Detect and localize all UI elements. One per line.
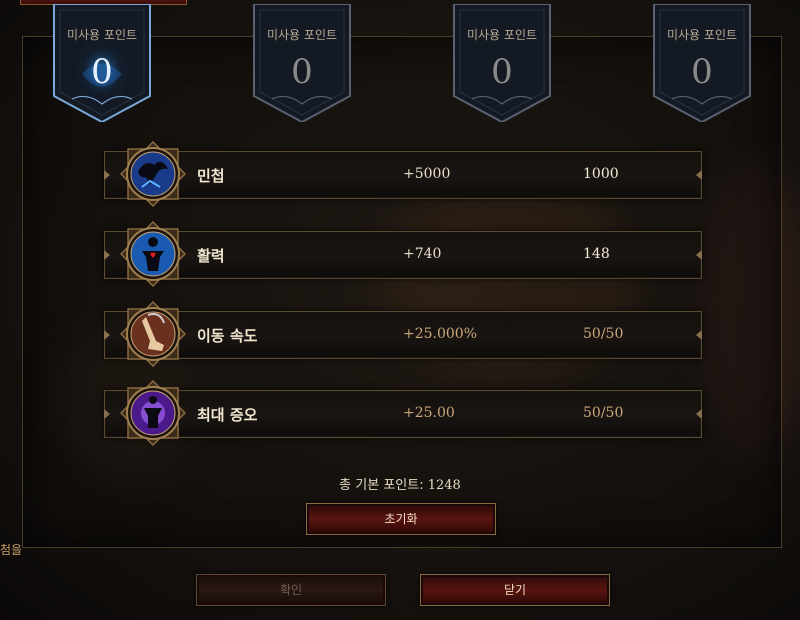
stat-value: 50/50: [583, 405, 624, 421]
row-ornament-right: [696, 170, 702, 180]
banner-value: 0: [491, 52, 513, 92]
banner-value: 0: [691, 52, 713, 92]
agility-icon: [119, 140, 187, 208]
banner-label: 미사용 포인트: [66, 28, 138, 42]
row-ornament-left: [104, 409, 110, 419]
reset-button[interactable]: 초기화: [306, 503, 496, 535]
stat-bonus: +5000: [403, 166, 451, 182]
stat-bonus: +25.00: [403, 405, 455, 421]
total-base-points: 총 기본 포인트: 1248: [0, 474, 800, 493]
row-ornament-right: [696, 330, 702, 340]
row-ornament-left: [104, 170, 110, 180]
row-ornament-left: [104, 250, 110, 260]
stat-name: 이동 속도: [197, 327, 258, 345]
max-hatred-icon: [119, 379, 187, 447]
total-points-label: 총 기본 포인트:: [339, 478, 424, 493]
stat-value: 1000: [583, 166, 619, 182]
unspent-points-banner: 미사용 포인트 0: [652, 4, 752, 122]
side-text: 첨을: [0, 543, 23, 557]
unspent-points-banner: 미사용 포인트 0: [452, 4, 552, 122]
banner-label: 미사용 포인트: [466, 28, 538, 42]
unspent-points-banner: 미사용 포인트 0: [52, 4, 152, 122]
vitality-icon: [119, 220, 187, 288]
stat-name: 최대 증오: [197, 406, 258, 424]
row-ornament-left: [104, 330, 110, 340]
stat-value: 50/50: [583, 326, 624, 342]
stat-value: 148: [583, 246, 610, 262]
banner-label: 미사용 포인트: [666, 28, 738, 42]
stat-row[interactable]: 활력 +740 148: [104, 231, 702, 279]
stat-name: 민첩: [197, 167, 225, 185]
stat-row[interactable]: 민첩 +5000 1000: [104, 151, 702, 199]
banner-value: 0: [291, 52, 313, 92]
unspent-points-banner: 미사용 포인트 0: [252, 4, 352, 122]
banner-value: 0: [91, 52, 113, 92]
confirm-button[interactable]: 확인: [196, 574, 386, 606]
stat-row[interactable]: 최대 증오 +25.00 50/50: [104, 390, 702, 438]
stat-row[interactable]: 이동 속도 +25.000% 50/50: [104, 311, 702, 359]
movement-speed-icon: [119, 300, 187, 368]
close-button[interactable]: 닫기: [420, 574, 610, 606]
banner-label: 미사용 포인트: [266, 28, 338, 42]
row-ornament-right: [696, 250, 702, 260]
stat-bonus: +740: [403, 246, 442, 262]
row-ornament-right: [696, 409, 702, 419]
stat-name: 활력: [197, 247, 225, 265]
stat-bonus: +25.000%: [403, 326, 478, 342]
total-points-value: 1248: [427, 478, 461, 493]
